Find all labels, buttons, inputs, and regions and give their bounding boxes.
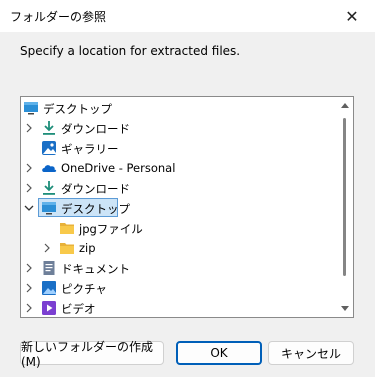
tree-item-label: OneDrive - Personal [61, 161, 176, 175]
tree-item-label: ギャラリー [61, 142, 119, 156]
pictures-icon [42, 281, 56, 295]
tree-item-label: ドキュメント [61, 262, 130, 276]
scroll-up-icon[interactable] [341, 103, 349, 108]
gallery-icon [42, 141, 56, 155]
tree-item-desktop[interactable]: デスクトップ [21, 198, 341, 218]
chevron-right-icon[interactable] [23, 118, 35, 138]
tree-item-downloads[interactable]: ダウンロード [21, 118, 341, 138]
folder-tree[interactable]: デスクトップ ダウンロード ギャラリー OneDrive - Personal [20, 96, 354, 318]
close-button[interactable]: ✕ [329, 0, 375, 32]
instruction-text: Specify a location for extracted files. [20, 44, 241, 58]
chevron-right-icon[interactable] [41, 238, 53, 258]
chevron-right-icon[interactable] [23, 278, 35, 298]
tree-item-jpg-folder[interactable]: jpgファイル [21, 218, 341, 238]
tree-item-downloads-2[interactable]: ダウンロード [21, 178, 341, 198]
title-bar: フォルダーの参照 ✕ [0, 0, 375, 32]
folder-icon [60, 243, 74, 254]
folder-icon [60, 223, 74, 234]
chevron-right-icon[interactable] [23, 258, 35, 278]
tree-item-videos[interactable]: ビデオ [21, 298, 341, 317]
new-folder-button[interactable]: 新しいフォルダーの作成(M) [20, 340, 164, 369]
chevron-right-icon[interactable] [23, 158, 35, 178]
tree-item-label: デスクトップ [43, 102, 112, 116]
chevron-right-icon[interactable] [23, 178, 35, 198]
tree-item-label: zip [79, 241, 96, 255]
tree-item-label: デスクトップ [61, 202, 130, 216]
scroll-thumb[interactable] [343, 118, 346, 276]
ok-button[interactable]: OK [176, 341, 262, 365]
vertical-scrollbar[interactable] [338, 98, 352, 316]
download-icon [43, 181, 55, 195]
tree-item-label: ビデオ [61, 302, 96, 316]
download-icon [43, 121, 55, 135]
desktop-icon [42, 202, 56, 215]
desktop-icon [24, 102, 38, 115]
tree-item-label: ダウンロード [61, 182, 130, 196]
chevron-down-icon[interactable] [23, 198, 35, 218]
tree-item-zip-folder[interactable]: zip [21, 238, 341, 258]
documents-icon [43, 261, 55, 275]
tree-item-gallery[interactable]: ギャラリー [21, 138, 341, 158]
cancel-button[interactable]: キャンセル [268, 341, 354, 365]
chevron-right-icon[interactable] [23, 298, 35, 317]
tree-item-documents[interactable]: ドキュメント [21, 258, 341, 278]
window-title: フォルダーの参照 [10, 10, 107, 24]
tree-item-label: ダウンロード [61, 122, 130, 136]
tree-item-desktop-root[interactable]: デスクトップ [21, 98, 341, 118]
close-icon: ✕ [345, 6, 359, 26]
tree-item-label: ピクチャ [61, 282, 107, 296]
scroll-down-icon[interactable] [341, 306, 349, 311]
videos-icon [42, 301, 56, 315]
tree-item-label: jpgファイル [79, 222, 143, 236]
onedrive-icon [42, 165, 57, 172]
tree-item-onedrive[interactable]: OneDrive - Personal [21, 158, 341, 178]
tree-item-pictures[interactable]: ピクチャ [21, 278, 341, 298]
